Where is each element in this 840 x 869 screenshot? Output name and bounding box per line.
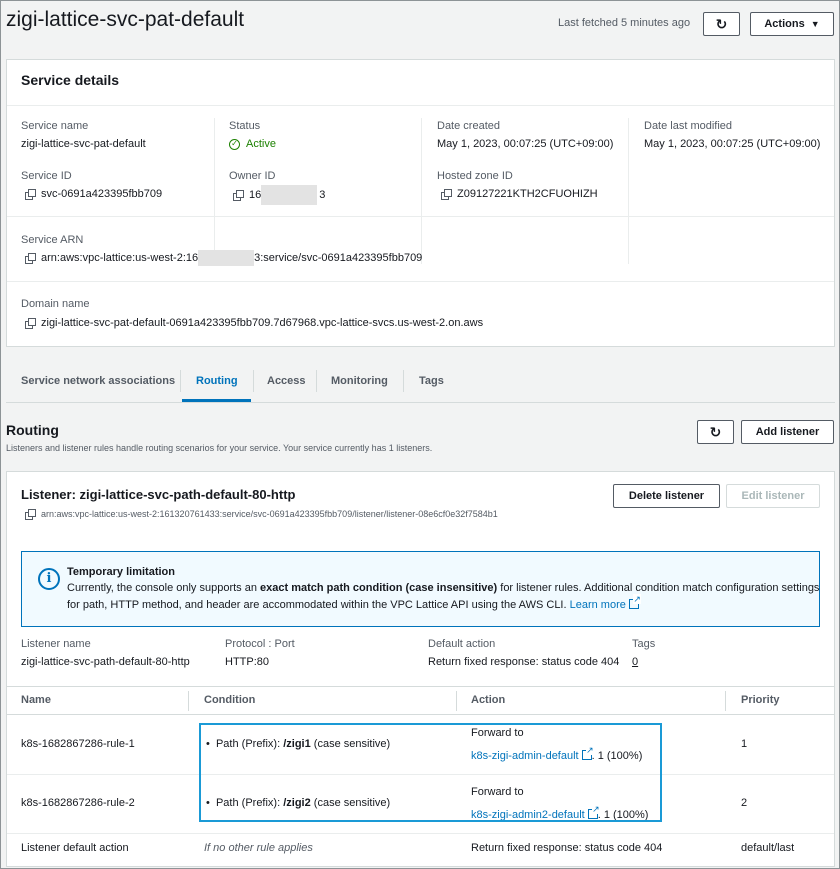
rule-name: k8s-1682867286-rule-2	[21, 797, 135, 809]
default-action-value: Return fixed response: status code 404	[428, 656, 620, 668]
service-id-label: Service ID	[21, 170, 72, 182]
copy-icon[interactable]	[25, 189, 36, 200]
delete-listener-button[interactable]: Delete listener	[613, 484, 720, 508]
alert-text-2: for path, HTTP method, and header are ac…	[67, 599, 570, 611]
hosted-zone-text: Z09127221KTH2CFUOHIZH	[457, 188, 598, 200]
redacted-area	[261, 185, 318, 205]
tags-label: Tags	[632, 638, 656, 650]
default-action-label: Default action	[428, 638, 496, 650]
copy-icon[interactable]	[25, 318, 36, 329]
date-modified-label: Date last modified	[644, 120, 733, 132]
routing-refresh-button[interactable]: ↻	[697, 420, 734, 444]
add-listener-button[interactable]: Add listener	[741, 420, 834, 444]
owner-id-label: Owner ID	[229, 170, 276, 182]
date-created-value: May 1, 2023, 00:07:25 (UTC+09:00)	[437, 138, 614, 150]
column-header-priority[interactable]: Priority	[741, 694, 780, 706]
listener-name-label: Listener name	[21, 638, 91, 650]
actions-label: Actions	[764, 18, 805, 30]
domain-name-value: zigi-lattice-svc-pat-default-0691a423395…	[25, 317, 483, 329]
refresh-button[interactable]: ↻	[703, 12, 740, 36]
service-details-panel: Service details Service name zigi-lattic…	[6, 59, 835, 347]
date-created-label: Date created	[437, 120, 500, 132]
owner-id-value: 16 3	[233, 185, 325, 205]
rules-table-header	[7, 686, 834, 715]
protocol-port-value: HTTP:80	[225, 656, 270, 668]
listener-arn-text: arn:aws:vpc-lattice:us-west-2:1613207614…	[41, 509, 498, 519]
caret-down-icon: ▼	[810, 19, 820, 29]
service-name-value: zigi-lattice-svc-pat-default	[21, 138, 146, 150]
domain-name-label: Domain name	[21, 298, 90, 310]
owner-id-suffix: 3	[319, 189, 326, 201]
last-fetched-text: Last fetched 5 minutes ago	[558, 17, 691, 29]
alert-text-bold: exact match path condition (case insensi…	[260, 582, 498, 594]
external-link-icon	[628, 594, 641, 609]
status-label: Status	[229, 120, 261, 132]
status-text: Active	[246, 138, 276, 150]
rule-priority: 2	[741, 797, 748, 809]
date-modified-value: May 1, 2023, 00:07:25 (UTC+09:00)	[644, 138, 821, 150]
service-name-label: Service name	[21, 120, 89, 132]
listener-arn: arn:aws:vpc-lattice:us-west-2:1613207614…	[25, 509, 498, 520]
tab-access[interactable]: Access	[267, 375, 306, 387]
temporary-limitation-alert: i Temporary limitation Currently, the co…	[21, 551, 820, 627]
service-details-heading: Service details	[21, 72, 120, 88]
info-icon: i	[38, 568, 60, 590]
service-arn-label: Service ARN	[21, 234, 84, 246]
column-header-condition[interactable]: Condition	[204, 694, 255, 706]
tags-count[interactable]: 0	[632, 656, 638, 668]
copy-icon[interactable]	[441, 189, 452, 200]
default-rule-name: Listener default action	[21, 842, 129, 854]
tab-monitoring[interactable]: Monitoring	[331, 375, 388, 387]
owner-id-prefix: 16	[249, 189, 262, 201]
service-id-value: svc-0691a423395fbb709	[25, 188, 162, 200]
alert-title: Temporary limitation	[67, 566, 175, 578]
default-rule-priority: default/last	[741, 842, 795, 854]
arn-suffix: 3:service/svc-0691a423395fbb709	[254, 252, 423, 264]
copy-icon[interactable]	[25, 253, 36, 264]
service-id-text: svc-0691a423395fbb709	[41, 188, 163, 200]
alert-text-a: Currently, the console only supports an	[67, 582, 261, 594]
edit-listener-button[interactable]: Edit listener	[726, 484, 820, 508]
column-header-name[interactable]: Name	[21, 694, 51, 706]
default-rule-action: Return fixed response: status code 404	[471, 842, 663, 854]
tab-service-network-associations[interactable]: Service network associations	[21, 375, 175, 387]
column-header-action[interactable]: Action	[471, 694, 505, 706]
alert-line-1: Currently, the console only supports an …	[67, 582, 819, 594]
rule-name: k8s-1682867286-rule-1	[21, 738, 135, 750]
highlight-box	[199, 723, 662, 822]
redacted-area	[198, 250, 255, 266]
hosted-zone-label: Hosted zone ID	[437, 170, 513, 182]
tab-routing[interactable]: Routing	[196, 375, 238, 387]
listener-heading: Listener: zigi-lattice-svc-path-default-…	[21, 487, 296, 502]
domain-name-text: zigi-lattice-svc-pat-default-0691a423395…	[41, 317, 484, 329]
learn-more-link[interactable]: Learn more	[570, 599, 626, 611]
page-title: zigi-lattice-svc-pat-default	[6, 8, 245, 31]
copy-icon[interactable]	[25, 509, 36, 520]
service-arn-value: arn:aws:vpc-lattice:us-west-2:16 3:servi…	[25, 250, 422, 266]
refresh-icon: ↻	[715, 15, 728, 32]
hosted-zone-value: Z09127221KTH2CFUOHIZH	[441, 188, 598, 200]
alert-line-2: for path, HTTP method, and header are ac…	[67, 594, 641, 611]
arn-prefix: arn:aws:vpc-lattice:us-west-2:16	[41, 252, 199, 264]
tab-tags[interactable]: Tags	[419, 375, 444, 387]
protocol-port-label: Protocol : Port	[225, 638, 295, 650]
refresh-icon: ↻	[709, 423, 722, 440]
routing-heading: Routing	[6, 422, 59, 438]
copy-icon[interactable]	[233, 190, 244, 201]
listener-name-value: zigi-lattice-svc-path-default-80-http	[21, 656, 190, 668]
default-rule-condition: If no other rule applies	[204, 842, 313, 854]
routing-description: Listeners and listener rules handle rout…	[6, 443, 433, 453]
alert-text-c: for listener rules. Additional condition…	[497, 582, 820, 594]
status-value: ✓ Active	[229, 138, 276, 150]
rule-priority: 1	[741, 738, 748, 750]
check-circle-icon: ✓	[229, 138, 240, 150]
actions-button[interactable]: Actions ▼	[750, 12, 834, 36]
